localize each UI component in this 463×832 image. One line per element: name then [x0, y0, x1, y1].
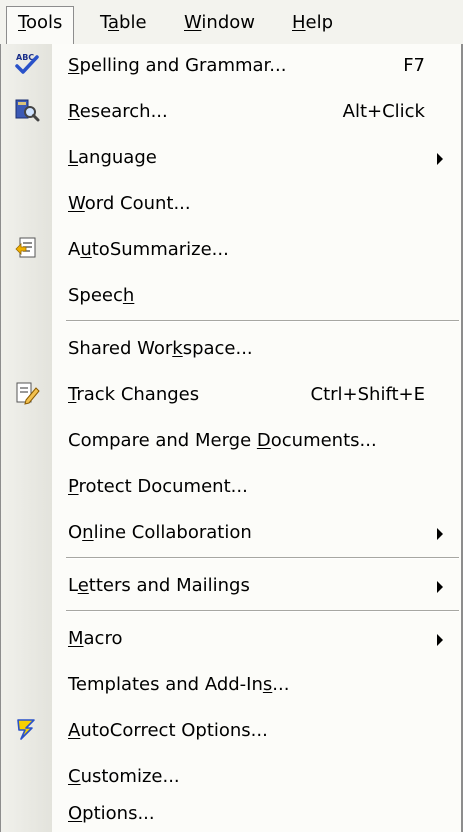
menu-item-label: Macro: [68, 628, 123, 649]
menu-item-label: Shared Workspace...: [68, 338, 253, 359]
menu-item-label: Spelling and Grammar...: [68, 55, 287, 76]
menu-item-label: Letters and Mailings: [68, 575, 250, 596]
spelling-grammar-icon: ABC: [14, 51, 40, 77]
menu-table[interactable]: Table: [100, 9, 147, 37]
menu-tools[interactable]: Tools: [6, 6, 75, 44]
submenu-arrow-icon: [437, 634, 443, 646]
submenu-arrow-icon: [437, 153, 443, 165]
menu-separator: [66, 557, 459, 559]
shortcut-label: Ctrl+Shift+E: [310, 384, 425, 405]
shortcut-label: F7: [403, 55, 425, 76]
menu-item-shared-workspace[interactable]: Shared Workspace...: [0, 327, 461, 373]
menu-item-speech[interactable]: Speech: [0, 274, 461, 320]
menu-item-letters-mailings[interactable]: Letters and Mailings: [0, 564, 461, 610]
menu-bar: Tools Table Window Help: [0, 0, 463, 44]
menu-item-track-changes[interactable]: Track Changes Ctrl+Shift+E: [0, 373, 461, 419]
submenu-arrow-icon: [437, 581, 443, 593]
menu-item-macro[interactable]: Macro: [0, 617, 461, 663]
menu-item-label: Protect Document...: [68, 476, 248, 497]
menu-item-label: Customize...: [68, 766, 180, 787]
menu-item-language[interactable]: Language: [0, 136, 461, 182]
menu-item-label: Templates and Add-Ins...: [68, 674, 290, 695]
menu-help[interactable]: Help: [292, 9, 333, 37]
menu-border-left: [0, 44, 1, 832]
menu-window[interactable]: Window: [184, 9, 255, 37]
menu-item-label: Research...: [68, 101, 168, 122]
track-changes-icon: [14, 380, 40, 406]
menu-item-word-count[interactable]: Word Count...: [0, 182, 461, 228]
menu-item-compare-merge[interactable]: Compare and Merge Documents...: [0, 419, 461, 465]
menu-item-label: Word Count...: [68, 193, 191, 214]
tools-dropdown-menu: ABC Spelling and Grammar... F7 Research.…: [0, 44, 463, 832]
menu-item-label: Options...: [68, 803, 155, 824]
menu-item-label: Speech: [68, 285, 135, 306]
menu-separator: [66, 320, 459, 322]
menu-item-autosummarize[interactable]: AutoSummarize...: [0, 228, 461, 274]
autosummarize-icon: [14, 235, 40, 261]
menu-item-autocorrect-options[interactable]: AutoCorrect Options...: [0, 709, 461, 755]
menu-item-label: AutoCorrect Options...: [68, 720, 268, 741]
menu-item-protect-document[interactable]: Protect Document...: [0, 465, 461, 511]
menu-item-options[interactable]: Options...: [0, 792, 461, 832]
menu-item-label: Compare and Merge Documents...: [68, 430, 377, 451]
menu-item-label: Language: [68, 147, 157, 168]
submenu-arrow-icon: [437, 528, 443, 540]
research-icon: [14, 97, 40, 123]
autocorrect-icon: [14, 716, 40, 742]
menu-item-spelling-grammar[interactable]: ABC Spelling and Grammar... F7: [0, 44, 461, 90]
menu-item-online-collaboration[interactable]: Online Collaboration: [0, 511, 461, 557]
menu-separator: [66, 610, 459, 612]
menu-item-label: Track Changes: [68, 384, 200, 405]
menu-item-label: AutoSummarize...: [68, 239, 229, 260]
menu-item-templates-addins[interactable]: Templates and Add-Ins...: [0, 663, 461, 709]
shortcut-label: Alt+Click: [342, 101, 425, 122]
menu-item-label: Online Collaboration: [68, 522, 252, 543]
menu-item-research[interactable]: Research... Alt+Click: [0, 90, 461, 136]
